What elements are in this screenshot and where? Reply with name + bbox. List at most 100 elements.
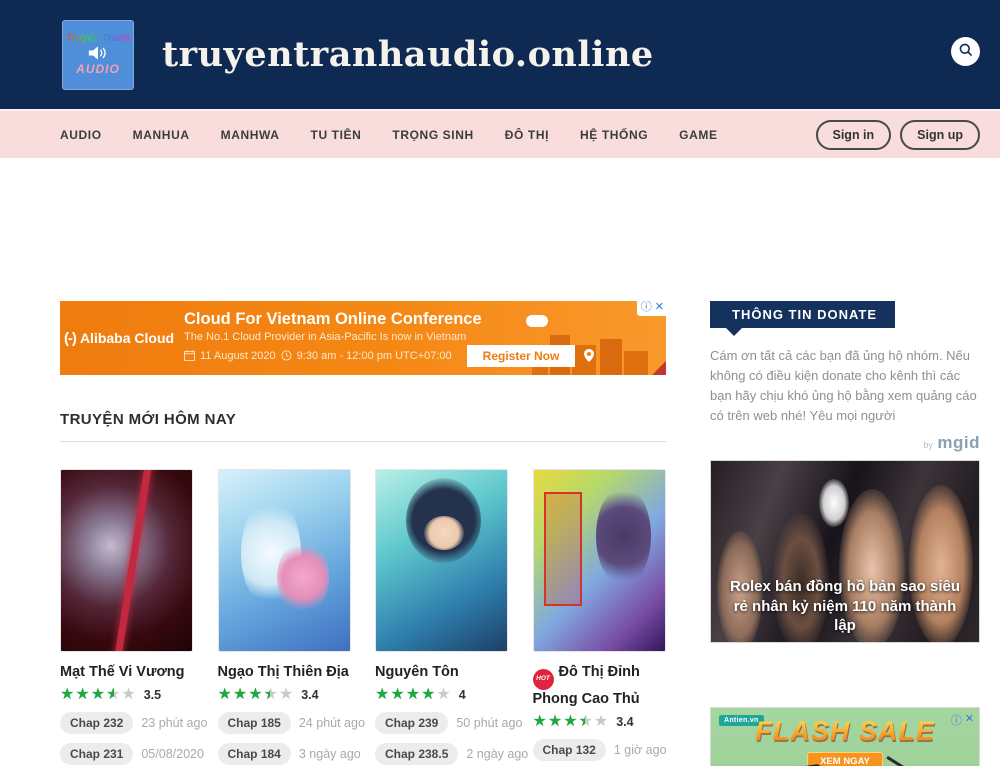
ad-close-icon[interactable]: ✕: [965, 712, 974, 728]
flash-ad-title: FLASH SALE: [711, 716, 979, 747]
comic-cover[interactable]: [533, 469, 666, 652]
star-rating: ★★★★★★★★★★ 4: [375, 687, 508, 703]
stars-filled: ★★★★★: [60, 687, 114, 703]
nav-item-he-thong[interactable]: HỆ THỐNG: [580, 128, 648, 142]
chapter-time: 24 phút ago: [299, 716, 365, 730]
calendar-icon: [184, 350, 195, 361]
nav-item-manhua[interactable]: MANHUA: [133, 128, 190, 142]
content: (-) Alibaba Cloud Cloud For Vietnam Onli…: [0, 158, 1000, 766]
sign-up-button[interactable]: Sign up: [900, 120, 980, 150]
banner-ad-alibaba[interactable]: (-) Alibaba Cloud Cloud For Vietnam Onli…: [60, 301, 666, 375]
stars-filled: ★★★★★: [533, 714, 585, 730]
page: Truyện Tranh AUDIO truyentranhaudio.onli…: [0, 0, 1000, 766]
chapter-time: 23 phút ago: [141, 716, 207, 730]
chapter-row: Chap 239 50 phút ago: [375, 712, 508, 734]
logo-text-audio: AUDIO: [76, 62, 120, 76]
stars-filled: ★★★★★: [218, 687, 270, 703]
chapter-row: Chap 184 3 ngày ago: [218, 743, 351, 765]
chapter-button[interactable]: Chap 231: [60, 743, 133, 765]
banner-ad-time: 9:30 am - 12:00 pm UTC+07:00: [297, 350, 452, 362]
main-column: (-) Alibaba Cloud Cloud For Vietnam Onli…: [60, 158, 666, 766]
ad-choices-controls: ⓘ ✕: [637, 301, 666, 316]
star-rating: ★★★★★★★★★★ 3.4: [533, 714, 666, 730]
alibaba-logo-text: Alibaba Cloud: [80, 330, 174, 346]
speaker-icon: [88, 45, 108, 61]
page-title: truyentranhaudio.online: [162, 34, 654, 75]
chapter-button[interactable]: Chap 185: [218, 712, 291, 734]
chapter-button[interactable]: Chap 232: [60, 712, 133, 734]
nav-item-trong-sinh[interactable]: TRỌNG SINH: [392, 128, 473, 142]
chapter-time: 3 ngày ago: [299, 747, 361, 761]
main-nav: AUDIO MANHUA MANHWA TU TIÊN TRỌNG SINH Đ…: [0, 111, 1000, 158]
section-title-new-today: TRUYỆN MỚI HÔM NAY: [60, 411, 666, 428]
chapter-button[interactable]: Chap 132: [533, 739, 606, 761]
site-logo[interactable]: Truyện Tranh AUDIO: [62, 20, 134, 90]
nav-item-tu-tien[interactable]: TU TIÊN: [311, 128, 362, 142]
comics-grid: Mạt Thế Vi Vương ★★★★★★★★★★ 3.5 Chap 232…: [60, 469, 666, 766]
chapter-row: Chap 231 05/08/2020: [60, 743, 193, 765]
mgid-logo[interactable]: mgid: [937, 433, 980, 452]
comic-cover[interactable]: [375, 469, 508, 652]
comic-title[interactable]: HOTĐô Thị Đỉnh Phong Cao Thủ: [533, 663, 666, 708]
ad-info-icon[interactable]: ⓘ: [951, 712, 962, 728]
clock-icon: [281, 350, 292, 361]
nav-item-do-thi[interactable]: ĐÔ THỊ: [505, 128, 549, 142]
chapter-time: 1 giờ ago: [614, 743, 667, 757]
ad-close-icon[interactable]: ✕: [655, 301, 664, 314]
comic-title[interactable]: Nguyên Tôn: [375, 663, 508, 681]
location-pin-icon: [584, 349, 594, 362]
chapter-row: Chap 185 24 phút ago: [218, 712, 351, 734]
star-rating: ★★★★★★★★★★ 3.5: [60, 687, 193, 703]
comic-cover[interactable]: [218, 469, 351, 652]
donate-ribbon: THÔNG TIN DONATE: [710, 301, 895, 328]
comic-card: Ngạo Thị Thiên Địa ★★★★★★★★★★ 3.4 Chap 1…: [218, 469, 351, 766]
site-header: Truyện Tranh AUDIO truyentranhaudio.onli…: [0, 0, 1000, 111]
star-rating: ★★★★★★★★★★ 3.4: [218, 687, 351, 703]
comic-card: HOTĐô Thị Đỉnh Phong Cao Thủ ★★★★★★★★★★ …: [533, 469, 666, 766]
rating-value: 3.5: [144, 688, 161, 702]
sidebar-photo-ad[interactable]: Rolex bán đồng hồ bản sao siêu rẻ nhân k…: [710, 460, 980, 643]
chapter-row: Chap 132 1 giờ ago: [533, 739, 666, 761]
chapter-time: 50 phút ago: [456, 716, 522, 730]
banner-ad-date: 11 August 2020: [200, 350, 276, 362]
chapter-button[interactable]: Chap 239: [375, 712, 448, 734]
selfie-stick-graphic: [886, 755, 933, 766]
rating-value: 3.4: [616, 715, 633, 729]
mgid-by-label: by: [923, 440, 933, 450]
hot-badge: HOT: [533, 669, 554, 690]
register-now-button[interactable]: Register Now: [467, 345, 576, 367]
chapter-button[interactable]: Chap 238.5: [375, 743, 458, 765]
nav-item-manhwa[interactable]: MANHWA: [221, 128, 280, 142]
chapter-time: 05/08/2020: [141, 747, 204, 761]
banner-ad-copy: Cloud For Vietnam Online Conference The …: [184, 310, 594, 367]
chapter-button[interactable]: Chap 184: [218, 743, 291, 765]
stars-filled: ★★★★★: [375, 687, 436, 703]
alibaba-cloud-logo: (-) Alibaba Cloud: [60, 330, 178, 347]
ad-info-icon[interactable]: ⓘ: [641, 301, 652, 314]
ad-choices-controls: ⓘ ✕: [951, 712, 974, 728]
section-divider: [60, 441, 666, 442]
flash-sale-ad[interactable]: Antien.vn FLASH SALE XEM NGAY ⓘ ✕: [710, 707, 980, 766]
banner-ad-title: Cloud For Vietnam Online Conference: [184, 310, 594, 329]
chapter-row: Chap 232 23 phút ago: [60, 712, 193, 734]
search-button[interactable]: [951, 37, 980, 66]
photo-ad-highlight: [819, 479, 849, 527]
sidebar: THÔNG TIN DONATE Cám ơn tất cả các bạn đ…: [710, 158, 980, 766]
mgid-attribution: by mgid: [710, 433, 980, 453]
nav-item-audio[interactable]: AUDIO: [60, 128, 102, 142]
comic-title[interactable]: Mạt Thế Vi Vương: [60, 663, 193, 681]
banner-ad-schedule: 11 August 2020 9:30 am - 12:00 pm UTC+07…: [184, 345, 594, 367]
comic-card: Mạt Thế Vi Vương ★★★★★★★★★★ 3.5 Chap 232…: [60, 469, 193, 766]
alibaba-logo-mark: (-): [64, 330, 76, 347]
nav-item-game[interactable]: GAME: [679, 128, 717, 142]
rating-value: 3.4: [301, 688, 318, 702]
banner-ad-subtitle: The No.1 Cloud Provider in Asia-Pacific …: [184, 331, 594, 343]
rating-value: 4: [459, 688, 466, 702]
photo-ad-caption: Rolex bán đồng hồ bản sao siêu rẻ nhân k…: [711, 577, 979, 636]
comic-title[interactable]: Ngạo Thị Thiên Địa: [218, 663, 351, 681]
chapter-row: Chap 238.5 2 ngày ago: [375, 743, 508, 765]
comic-card: Nguyên Tôn ★★★★★★★★★★ 4 Chap 239 50 phút…: [375, 469, 508, 766]
sign-in-button[interactable]: Sign in: [816, 120, 892, 150]
chapter-time: 2 ngày ago: [466, 747, 528, 761]
comic-cover[interactable]: [60, 469, 193, 652]
